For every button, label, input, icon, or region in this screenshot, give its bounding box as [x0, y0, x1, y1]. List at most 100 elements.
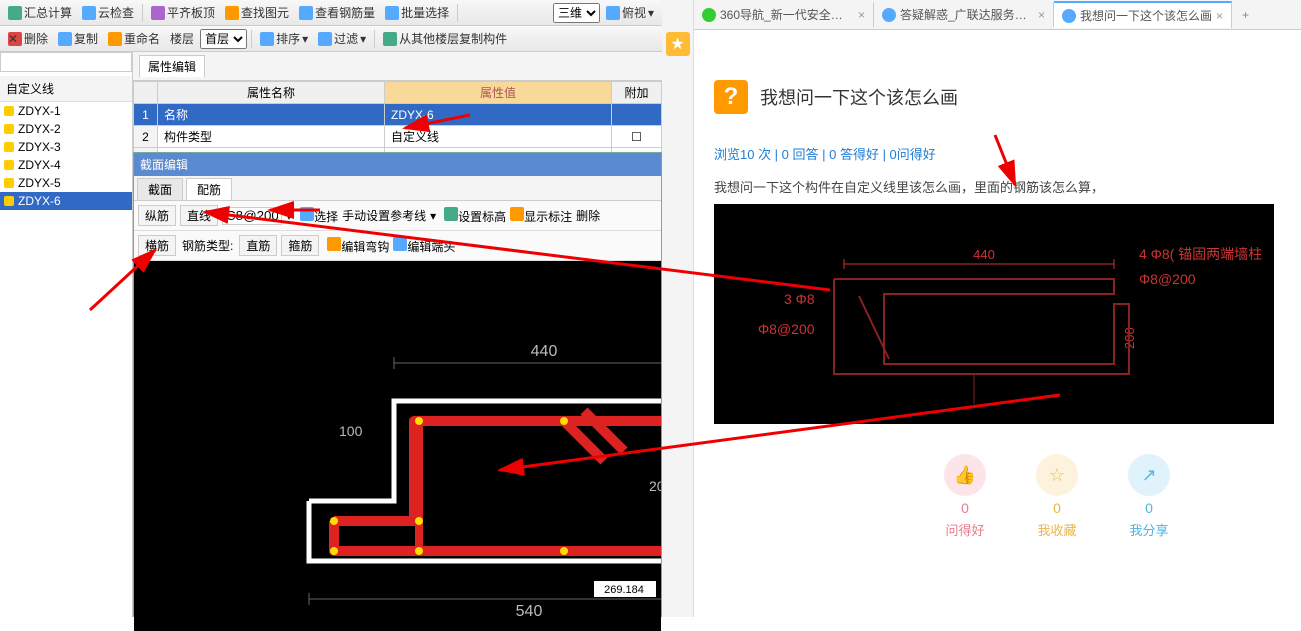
col-value[interactable]: 属性值	[385, 82, 612, 104]
select-icon	[300, 207, 314, 221]
browser-tab[interactable]: 我想问一下这个该怎么画×	[1054, 1, 1232, 28]
separator	[251, 30, 252, 48]
separator	[142, 4, 143, 22]
cloud-check-button[interactable]: 云检查	[78, 2, 138, 23]
question-title: 我想问一下这个该怎么画	[760, 84, 958, 110]
rename-button[interactable]: 重命名	[104, 28, 164, 49]
floor-label: 楼层	[166, 28, 198, 49]
star-outline-icon: ☆	[1036, 454, 1078, 496]
tree-item-ZDYX-3[interactable]: ZDYX-3	[0, 138, 132, 156]
copy-from-floor-button[interactable]: 从其他楼层复制构件	[379, 28, 511, 49]
hengjin-button[interactable]: 横筋	[138, 235, 176, 256]
filter-button[interactable]: 过滤 ▾	[314, 28, 370, 49]
tab-close-icon[interactable]: ×	[858, 8, 865, 22]
tab-peijin[interactable]: 配筋	[186, 178, 232, 200]
section-canvas[interactable]: 440 100 20 540 269.184	[134, 261, 661, 631]
tab-title: 360导航_新一代安全上网	[720, 6, 854, 23]
edit-hook-button[interactable]: 编辑弯钩	[327, 237, 389, 255]
share-label: 我分享	[1129, 520, 1168, 539]
filter-icon	[318, 32, 332, 46]
share-count: 0	[1145, 500, 1153, 516]
gujin-button[interactable]: 箍筋	[281, 235, 319, 256]
tab-favicon-icon	[882, 8, 896, 22]
delete-rebar-button[interactable]: 删除	[576, 207, 600, 224]
edit-end-button[interactable]: 编辑端头	[393, 237, 455, 255]
action-share[interactable]: ↗ 0 我分享	[1128, 454, 1170, 539]
svg-text:540: 540	[516, 603, 543, 620]
col-name[interactable]: 属性名称	[158, 82, 385, 104]
new-tab-button[interactable]: +	[1232, 4, 1259, 26]
svg-text:440: 440	[531, 343, 558, 360]
action-favorite[interactable]: ☆ 0 我收藏	[1036, 454, 1078, 539]
copy-icon	[58, 32, 72, 46]
copyfrom-icon	[383, 32, 397, 46]
question-header: ? 我想问一下这个该怎么画	[714, 80, 1281, 114]
batch-select-button[interactable]: 批量选择	[381, 2, 453, 23]
tree-item-ZDYX-1[interactable]: ZDYX-1	[0, 102, 132, 120]
zhixian-button[interactable]: 直线	[180, 205, 218, 226]
tree-category-header[interactable]: 自定义线	[0, 76, 132, 102]
zongjin-button[interactable]: 纵筋	[138, 205, 176, 226]
fav-label: 我收藏	[1037, 520, 1076, 539]
tree-search-input[interactable]	[0, 52, 132, 72]
tab-jiemian[interactable]: 截面	[137, 178, 183, 200]
question-icon: ?	[714, 80, 748, 114]
end-icon	[393, 237, 407, 251]
main-toolbar-2: ✕删除 复制 重命名 楼层 首层 排序 ▾ 过滤 ▾ 从其他楼层复制构件	[0, 26, 662, 52]
tree-item-ZDYX-2[interactable]: ZDYX-2	[0, 120, 132, 138]
tree-item-ZDYX-5[interactable]: ZDYX-5	[0, 174, 132, 192]
tab-close-icon[interactable]: ×	[1216, 9, 1223, 23]
tree-item-ZDYX-6[interactable]: ZDYX-6	[0, 192, 132, 210]
property-edit-tab[interactable]: 属性编辑	[139, 55, 205, 77]
roof-icon	[151, 6, 165, 20]
tab-close-icon[interactable]: ×	[1038, 8, 1045, 22]
good-count: 0	[961, 500, 969, 516]
tree-item-ZDYX-4[interactable]: ZDYX-4	[0, 156, 132, 174]
tab-favicon-icon	[1062, 9, 1076, 23]
browser-tab[interactable]: 答疑解惑_广联达服务新干×	[874, 2, 1054, 27]
zhijin-button[interactable]: 直筋	[239, 235, 277, 256]
mark-icon	[510, 207, 524, 221]
property-row[interactable]: 2构件类型自定义线☐	[134, 126, 662, 148]
property-row[interactable]: 1名称ZDYX-6	[134, 104, 662, 126]
select-button[interactable]: 选择	[300, 207, 338, 225]
browser-tab[interactable]: 360导航_新一代安全上网 ×	[694, 2, 874, 27]
find-element-button[interactable]: 查找图元	[221, 2, 293, 23]
view-rebar-button[interactable]: 查看钢筋量	[295, 2, 379, 23]
sort-icon	[260, 32, 274, 46]
separator	[374, 30, 375, 48]
tab-favicon-icon	[702, 8, 716, 22]
main-toolbar-1: 汇总计算 云检查 平齐板顶 查找图元 查看钢筋量 批量选择 三维 俯视 ▾	[0, 0, 662, 26]
good-label: 问得好	[945, 520, 984, 539]
component-tree: 自定义线 ZDYX-1ZDYX-2ZDYX-3ZDYX-4ZDYX-5ZDYX-…	[0, 52, 133, 617]
calc-button[interactable]: 汇总计算	[4, 2, 76, 23]
section-drawing: 440 100 20 540 269.184	[134, 261, 661, 631]
question-stats: 浏览10 次 | 0 回答 | 0 答得好 | 0问得好	[714, 144, 1281, 163]
view-3d-select[interactable]: 三维	[553, 3, 600, 23]
section-tabs: 截面 配筋	[134, 176, 661, 201]
show-mark-button[interactable]: 显示标注	[510, 207, 572, 225]
separator	[457, 4, 458, 22]
rebar-spec-input[interactable]	[222, 207, 282, 225]
action-good[interactable]: 👍 0 问得好	[944, 454, 986, 539]
sort-button[interactable]: 排序 ▾	[256, 28, 312, 49]
question-cad-image[interactable]: 440 3 Φ8 Φ8@200 4 Φ8( 锚固两端墙柱 Φ8@200 200	[714, 204, 1274, 424]
flat-roof-button[interactable]: 平齐板顶	[147, 2, 219, 23]
manual-ref-button[interactable]: 手动设置参考线	[342, 207, 426, 224]
action-bar: 👍 0 问得好 ☆ 0 我收藏 ↗ 0 我分享	[944, 454, 1281, 539]
delete-button[interactable]: ✕删除	[4, 28, 52, 49]
svg-text:100: 100	[339, 423, 363, 439]
col-extra[interactable]: 附加	[612, 82, 662, 104]
svg-text:4 Φ8( 锚固两端墙柱: 4 Φ8( 锚固两端墙柱	[1139, 246, 1262, 262]
batch-icon	[385, 6, 399, 20]
section-editor-panel: 截面编辑 截面 配筋 纵筋 直线 ▾ 选择 手动设置参考线 ▾ 设置标高 显示标…	[133, 152, 662, 617]
floor-select[interactable]: 首层	[200, 29, 247, 49]
col-rownum	[134, 82, 158, 104]
perspective-button[interactable]: 俯视 ▾	[602, 2, 658, 23]
copy-button[interactable]: 复制	[54, 28, 102, 49]
persp-icon	[606, 6, 620, 20]
rebar-icon	[299, 6, 313, 20]
star-icon[interactable]: ★	[666, 32, 690, 56]
set-elev-button[interactable]: 设置标高	[444, 207, 506, 225]
svg-text:20: 20	[649, 478, 661, 494]
